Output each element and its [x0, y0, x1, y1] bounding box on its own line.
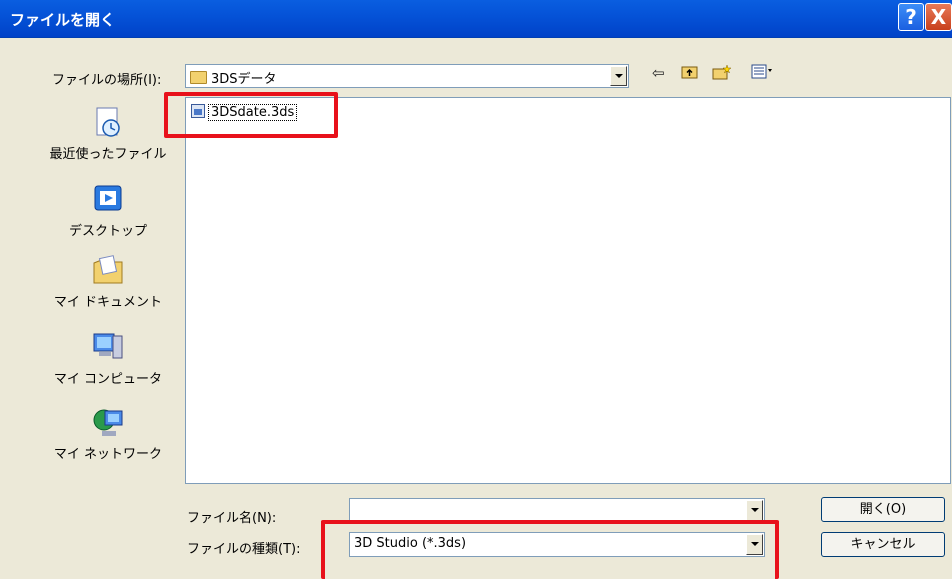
view-menu-icon[interactable] [751, 64, 773, 83]
open-button[interactable]: 開く(O) [821, 497, 945, 522]
my-computer-icon [93, 333, 123, 359]
file-list[interactable]: 3DSdate.3ds [185, 97, 951, 484]
recent-documents-icon [96, 107, 120, 137]
new-folder-icon[interactable] [712, 64, 732, 84]
place-my-computer[interactable]: マイ コンピュータ [45, 330, 171, 387]
window-title: ファイルを開く [10, 11, 116, 29]
place-my-documents-label: マイ ドキュメント [53, 295, 163, 310]
folder-icon [190, 71, 207, 84]
place-my-network[interactable]: マイ ネットワーク [45, 405, 171, 462]
place-my-documents[interactable]: マイ ドキュメント [45, 253, 171, 310]
lookin-dropdown[interactable]: 3DSデータ [185, 64, 629, 88]
lookin-value: 3DSデータ [211, 72, 277, 87]
lookin-label: ファイルの場所(I): [52, 73, 162, 88]
my-network-icon [93, 409, 123, 436]
file-name: 3DSdate.3ds [208, 104, 298, 121]
close-button[interactable]: X [925, 3, 952, 31]
place-recent[interactable]: 最近使ったファイル [45, 105, 171, 162]
3ds-file-icon [191, 104, 205, 118]
place-my-network-label: マイ ネットワーク [53, 447, 163, 462]
filetype-label: ファイルの種類(T): [187, 542, 301, 557]
filename-dropdown-arrow[interactable] [746, 500, 763, 521]
place-recent-label: 最近使ったファイル [49, 147, 167, 162]
filetype-dropdown[interactable]: 3D Studio (*.3ds) [349, 532, 765, 557]
filename-label: ファイル名(N): [187, 511, 277, 526]
cancel-button[interactable]: キャンセル [821, 532, 945, 557]
up-folder-icon[interactable] [681, 64, 698, 83]
back-arrow-icon[interactable]: ⇦ [652, 64, 665, 82]
place-my-computer-label: マイ コンピュータ [53, 372, 163, 387]
filename-input[interactable] [349, 498, 765, 523]
filetype-value: 3D Studio (*.3ds) [354, 536, 467, 551]
desktop-icon [94, 185, 122, 211]
file-item[interactable]: 3DSdate.3ds [191, 104, 298, 121]
place-desktop-label: デスクトップ [68, 224, 147, 239]
filetype-dropdown-arrow[interactable] [746, 534, 763, 555]
place-desktop[interactable]: デスクトップ [45, 182, 171, 239]
title-bar: ファイルを開く ? X [0, 0, 952, 38]
lookin-dropdown-arrow[interactable] [610, 66, 627, 86]
my-documents-icon [93, 255, 123, 284]
help-button[interactable]: ? [898, 3, 924, 31]
